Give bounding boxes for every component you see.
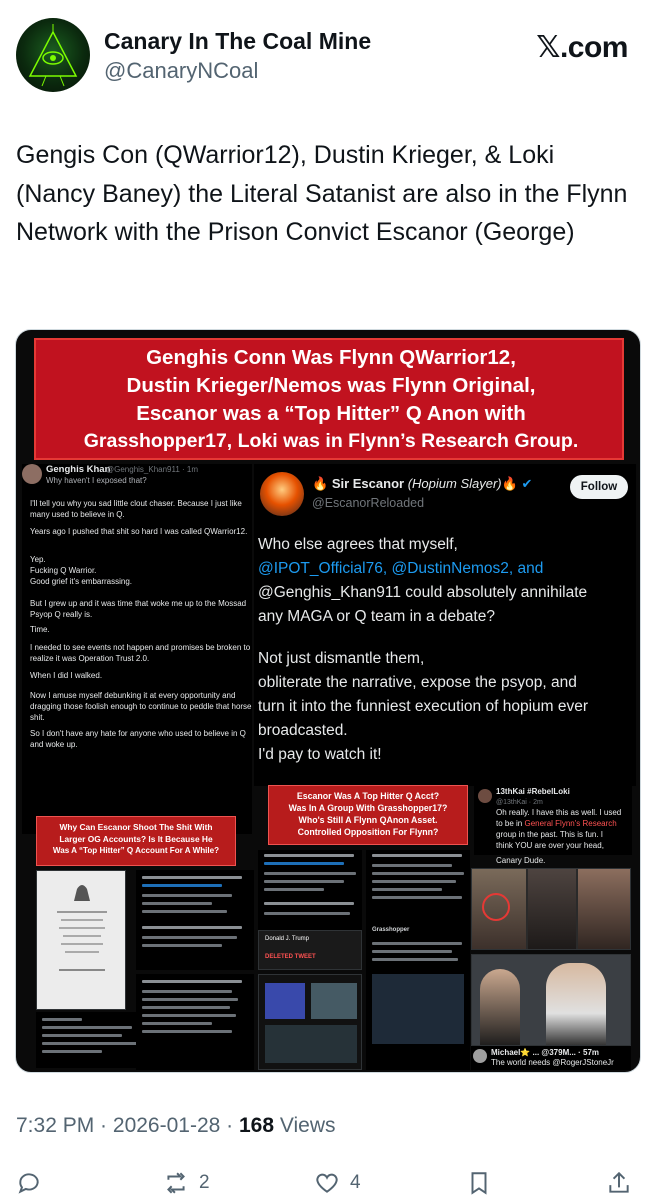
genghis-handle: @Genghis_Khan911 · 1m: [106, 465, 199, 474]
bell-icon: [57, 885, 107, 971]
genghis-paragraph: But I grew up and it was time that woke …: [30, 599, 247, 619]
views-label: Views: [279, 1114, 336, 1137]
question-banner-middle: Escanor Was A Top Hitter Q Acct? Was In …: [268, 785, 468, 845]
genghis-paragraph: I needed to see events not happen and pr…: [30, 643, 251, 663]
video-collage: [258, 974, 362, 1070]
escanor-text-line: @IPOT_Official76, @DustinNemos2, and: [258, 560, 544, 577]
genghis-paragraph: So I don't have any hate for anyone who …: [30, 729, 246, 749]
banner-line: Controlled Opposition For Flynn?: [297, 827, 439, 837]
kai-line: Oh really. I have this as well. I used: [496, 808, 622, 817]
heart-icon: [316, 1173, 338, 1193]
headline-banner: Genghis Conn Was Flynn QWarrior12, Dusti…: [34, 338, 624, 460]
michael-name: Michael⭐ ... @379M... · 57m: [491, 1048, 600, 1057]
avatar[interactable]: [16, 18, 90, 92]
tweet-text: Gengis Con (QWarrior12), Dustin Krieger,…: [16, 141, 628, 246]
share-button[interactable]: [606, 1168, 632, 1198]
escanor-name: 🔥 Sir Escanor (Hopium Slayer)🔥 ✔: [312, 476, 533, 491]
genghis-post: Genghis Khan @Genghis_Khan911 · 1m Why h…: [22, 464, 252, 834]
kai-link: General Flynn's Research: [524, 819, 617, 828]
x-logo: 𝕏.com: [536, 31, 628, 64]
headline-line: Grasshopper17, Loki was in Flynn’s Resea…: [83, 430, 579, 452]
people-photo: [471, 954, 631, 1046]
michael-text: The world needs @RogerJStoneJr: [491, 1058, 614, 1067]
separator: ·: [94, 1114, 113, 1137]
grasshopper-post: Grasshopper: [366, 850, 470, 1070]
bookmark-icon: [471, 1172, 487, 1195]
banner-line: Was A “Top Hitter” Q Account For A While…: [52, 846, 220, 855]
michael-post: Michael⭐ ... @379M... · 57m The world ne…: [471, 1046, 631, 1070]
avatar: [22, 464, 42, 484]
kai-line: think YOU are over your head,: [496, 841, 604, 850]
escanor-text-line: broadcasted.: [258, 722, 348, 739]
action-bar: 2 4: [0, 1160, 656, 1200]
genghis-paragraph: Years ago I pushed that shit so hard I w…: [30, 527, 248, 536]
escanor-text-line: Not just dismantle them,: [258, 650, 425, 667]
escanor-handle: @EscanorReloaded: [312, 496, 425, 510]
reply-icon: [18, 1173, 39, 1194]
kai-name: 13thKai #RebelLoki: [496, 787, 570, 796]
genghis-paragraph: Now I amuse myself debunking it at every…: [30, 691, 252, 722]
share-icon: [609, 1171, 629, 1193]
escanor-text-line: obliterate the narrative, expose the psy…: [258, 674, 577, 691]
author-handle[interactable]: @CanaryNCoal: [104, 58, 258, 84]
repost-button[interactable]: 2: [163, 1168, 210, 1198]
kai-post: 13thKai #RebelLoki @13thKai · 2m Oh real…: [474, 785, 632, 855]
separator: ·: [220, 1114, 239, 1137]
grasshopper-label: Grasshopper: [372, 927, 410, 933]
tweet-media-image[interactable]: Genghis Conn Was Flynn QWarrior12, Dusti…: [15, 329, 641, 1073]
genghis-subtitle: Why haven't I exposed that?: [46, 476, 147, 485]
bookmark-button[interactable]: [466, 1168, 502, 1198]
banner-line: Was In A Group With Grasshopper17?: [288, 803, 448, 813]
kai-line: Canary Dude.: [496, 856, 546, 865]
views-count: 168: [238, 1114, 275, 1137]
follow-button: Follow: [570, 475, 628, 499]
banner-line: Who's Still A Flynn QAnon Asset.: [298, 815, 438, 825]
genghis-paragraph: When I did I walked.: [30, 671, 103, 680]
document-photo: [36, 870, 126, 1010]
tweet-date[interactable]: 2026-01-28: [113, 1114, 220, 1137]
eye-pyramid-icon: [28, 24, 78, 87]
trump-label: Donald J. Trump: [265, 936, 310, 942]
escanor-text-line: @Genghis_Khan911 could absolutely annihi…: [258, 584, 588, 601]
reply-button[interactable]: [16, 1168, 52, 1198]
escanor-small-post: [136, 974, 254, 1070]
trump-post: Donald J. Trump DELETED TWEET: [258, 930, 362, 970]
escanor-small-post: [136, 870, 254, 970]
genghis-paragraph: Yep. Fucking Q Warrior. Good grief it's …: [30, 555, 133, 586]
headline-line: Dustin Krieger/Nemos was Flynn Original,: [126, 374, 536, 397]
headline-line: Genghis Conn Was Flynn QWarrior12,: [146, 346, 516, 369]
author-name[interactable]: Canary In The Coal Mine: [104, 28, 371, 55]
tweet-time[interactable]: 7:32 PM: [16, 1114, 94, 1137]
banner-line: Larger OG Accounts? Is It Because He: [59, 834, 213, 844]
escanor-post: 🔥 Sir Escanor (Hopium Slayer)🔥 ✔ @Escano…: [254, 464, 636, 786]
genghis-paragraph: Time.: [30, 625, 50, 634]
escanor-text-line: turn it into the funniest execution of h…: [258, 698, 589, 715]
kai-line: group in the past. This is fun. I: [496, 830, 604, 839]
comment-snippet: [36, 1012, 146, 1068]
like-button[interactable]: 4: [314, 1168, 361, 1198]
kai-line: to be in: [496, 819, 525, 828]
repost-icon: [167, 1172, 185, 1194]
banner-line: Escanor Was A Top Hitter Q Acct?: [296, 791, 440, 801]
question-banner-left: Why Can Escanor Shoot The Shit With Larg…: [36, 816, 236, 866]
people-photo: [471, 868, 631, 950]
repost-count: 2: [199, 1172, 210, 1193]
headline-line: Escanor was a “Top Hitter” Q Anon with: [136, 402, 526, 425]
deleted-label: DELETED TWEET: [265, 954, 316, 960]
escanor-small-post: [258, 850, 362, 930]
genghis-name: Genghis Khan: [46, 464, 111, 475]
escanor-text-line: any MAGA or Q team in a debate?: [258, 608, 495, 625]
tweet-header: Canary In The Coal Mine @CanaryNCoal 𝕏.c…: [0, 0, 656, 110]
genghis-paragraph: I'll tell you why you sad little clout c…: [30, 499, 242, 519]
escanor-text-line: Who else agrees that myself,: [258, 536, 458, 553]
banner-line: Why Can Escanor Shoot The Shit With: [59, 822, 213, 832]
escanor-text-line: I'd pay to watch it!: [258, 746, 382, 763]
avatar: [260, 472, 304, 516]
like-count: 4: [350, 1172, 361, 1193]
tweet-meta: 7:32 PM · 2026-01-28 · 168 Views: [16, 1114, 336, 1138]
